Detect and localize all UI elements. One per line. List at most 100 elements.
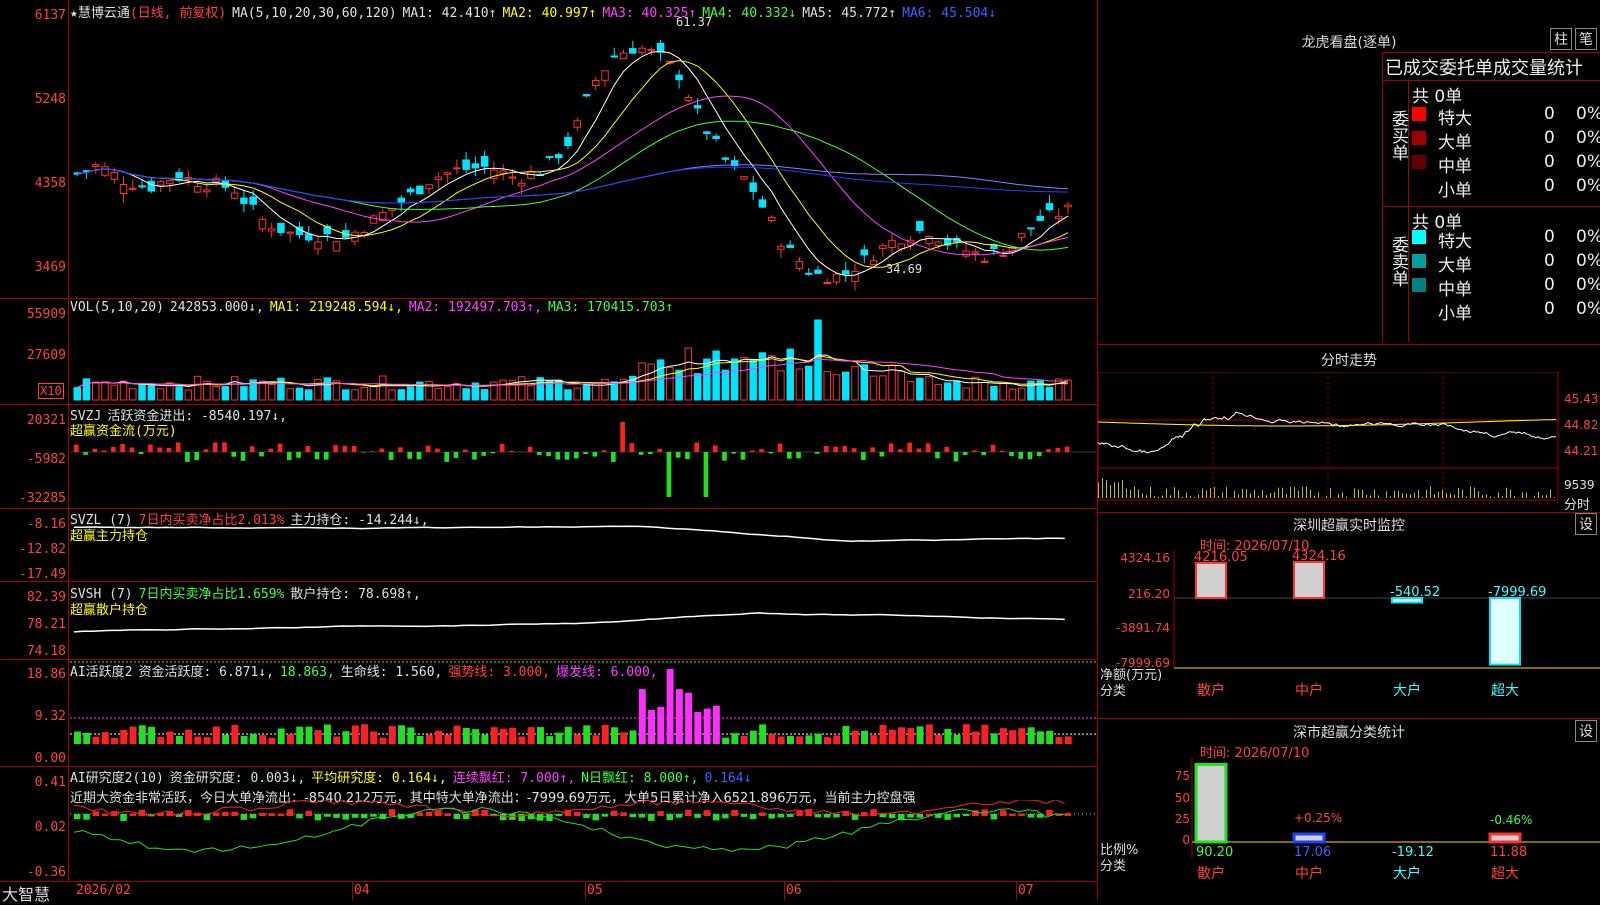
svzj-bar bbox=[315, 452, 320, 459]
svzj-bar bbox=[768, 452, 773, 453]
svzj-bar bbox=[787, 452, 792, 459]
classify-chart[interactable]: 7550250比例%分类90.20散户17.06中户-19.12大户11.88超… bbox=[1098, 758, 1600, 900]
ai2-bar bbox=[722, 814, 728, 818]
candle-body bbox=[463, 160, 469, 169]
candle-body bbox=[593, 80, 599, 85]
ai2-bar bbox=[704, 810, 710, 816]
candle-body bbox=[796, 262, 802, 269]
monitor-settings-button[interactable]: 设 bbox=[1575, 513, 1597, 535]
candle-body bbox=[630, 49, 636, 54]
candle-body bbox=[500, 171, 506, 173]
candle-body bbox=[426, 185, 432, 189]
volume-chart[interactable] bbox=[70, 314, 1096, 404]
fenshi-vol-bar bbox=[1446, 493, 1447, 498]
monitor-axis-label: 216.20 bbox=[1128, 587, 1170, 601]
volume-bar bbox=[213, 387, 219, 400]
svzj-bar bbox=[343, 446, 348, 452]
ai1-bar bbox=[546, 736, 553, 744]
ai2-bar bbox=[444, 813, 450, 816]
volume-bar bbox=[713, 351, 719, 400]
fenshi-vol-bar bbox=[1278, 488, 1279, 498]
candle-body bbox=[685, 97, 691, 100]
lhb-row-pct: 0% bbox=[1576, 104, 1600, 124]
classify-settings-button[interactable]: 设 bbox=[1575, 720, 1597, 742]
svsh-chart[interactable] bbox=[70, 582, 1096, 659]
ai1-bar bbox=[370, 732, 377, 744]
classify-top-label: +0.24% bbox=[1196, 758, 1244, 761]
ai1-chart[interactable] bbox=[70, 660, 1096, 766]
svzj-bar bbox=[620, 422, 625, 452]
candle-body bbox=[917, 222, 923, 231]
lhb-row-pct: 0% bbox=[1576, 251, 1600, 271]
ai2-bar bbox=[222, 812, 228, 816]
svzj-bar bbox=[231, 452, 236, 457]
svzj-bar bbox=[296, 452, 301, 458]
volume-bar bbox=[528, 386, 534, 400]
volume-bar bbox=[694, 374, 700, 400]
vol-value: 242853.000↓, bbox=[170, 300, 264, 315]
fenshi-vol-bar bbox=[1270, 493, 1271, 498]
ai2-bar bbox=[454, 814, 460, 819]
lhb-row-value: 0 bbox=[1544, 299, 1555, 319]
ai1-bar bbox=[648, 710, 655, 744]
candle-body bbox=[639, 48, 645, 52]
svzj-bar bbox=[852, 448, 857, 452]
candlestick-chart[interactable] bbox=[70, 18, 1096, 298]
ai1-bar bbox=[870, 735, 877, 744]
svzj-bar bbox=[528, 447, 533, 452]
svzj-bar bbox=[639, 452, 644, 455]
lhb-row-name: 小单 bbox=[1438, 299, 1472, 324]
volume-bar bbox=[324, 378, 330, 400]
fenshi-vol-bar bbox=[1142, 494, 1143, 498]
lhb-row-name: 大单 bbox=[1438, 251, 1472, 276]
volume-bar bbox=[407, 387, 413, 400]
ai2-bar bbox=[130, 813, 136, 816]
svzj-bar bbox=[1046, 449, 1051, 452]
ai2-bar bbox=[676, 814, 682, 818]
lhb-color-swatch bbox=[1412, 254, 1426, 268]
svzj-bar bbox=[509, 451, 514, 452]
svzj-chart[interactable] bbox=[70, 405, 1096, 508]
fenshi-vol-bar bbox=[1418, 490, 1419, 498]
ai2-bar bbox=[898, 814, 904, 820]
app-logo[interactable]: 大智慧 bbox=[2, 881, 50, 905]
ai2-bar bbox=[741, 814, 747, 817]
svzj-bar bbox=[796, 452, 801, 458]
ai1-bar bbox=[102, 732, 109, 744]
fenshi-vol-bar bbox=[1146, 495, 1147, 498]
fenshi-vol-bar bbox=[1330, 488, 1331, 498]
ai2-bar bbox=[278, 813, 284, 816]
left-chart-area[interactable]: 6137 5248 4358 3469 ★慧博云通(日线, 前复权)MA(5,1… bbox=[0, 0, 1098, 900]
lhb-row-value: 0 bbox=[1544, 176, 1555, 196]
ai1-bar bbox=[139, 725, 146, 744]
candle-body bbox=[472, 164, 478, 168]
svzl-chart[interactable] bbox=[70, 509, 1096, 581]
fenshi-vol-bar bbox=[1390, 497, 1391, 498]
svzj-bar bbox=[352, 446, 357, 452]
monitor-chart[interactable]: 4324.16216.20-3891.74-7999.69净额(万元)分类421… bbox=[1098, 550, 1600, 718]
volume-bar bbox=[398, 390, 404, 400]
ai1-bar bbox=[528, 727, 535, 744]
candle-body bbox=[454, 168, 460, 169]
ai1-bar bbox=[287, 734, 294, 744]
ai2-bar bbox=[713, 814, 719, 820]
candle-body bbox=[120, 184, 126, 193]
ai1-bar bbox=[407, 727, 414, 744]
fenshi-vol-bar bbox=[1274, 492, 1275, 498]
classify-axis-label: 25 bbox=[1175, 812, 1190, 826]
volume-bar bbox=[222, 387, 228, 400]
svzj-bar bbox=[889, 443, 894, 452]
price-axis-label: 4358 bbox=[2, 176, 66, 191]
lhb-bar-button[interactable]: 柱 bbox=[1550, 28, 1572, 50]
fenshi-chart[interactable] bbox=[1098, 372, 1568, 510]
ai1-bar bbox=[750, 731, 757, 744]
svzj-bar bbox=[833, 447, 838, 452]
ai1-bar bbox=[417, 736, 424, 744]
fenshi-vol-bar bbox=[1306, 486, 1307, 498]
ai2-bar bbox=[268, 813, 274, 816]
svzj-bar bbox=[981, 452, 986, 455]
ai2-bar bbox=[324, 814, 330, 817]
ai2-chart[interactable] bbox=[70, 800, 1096, 881]
lhb-tick-button[interactable]: 笔 bbox=[1575, 28, 1597, 50]
volume-bar bbox=[148, 385, 154, 400]
